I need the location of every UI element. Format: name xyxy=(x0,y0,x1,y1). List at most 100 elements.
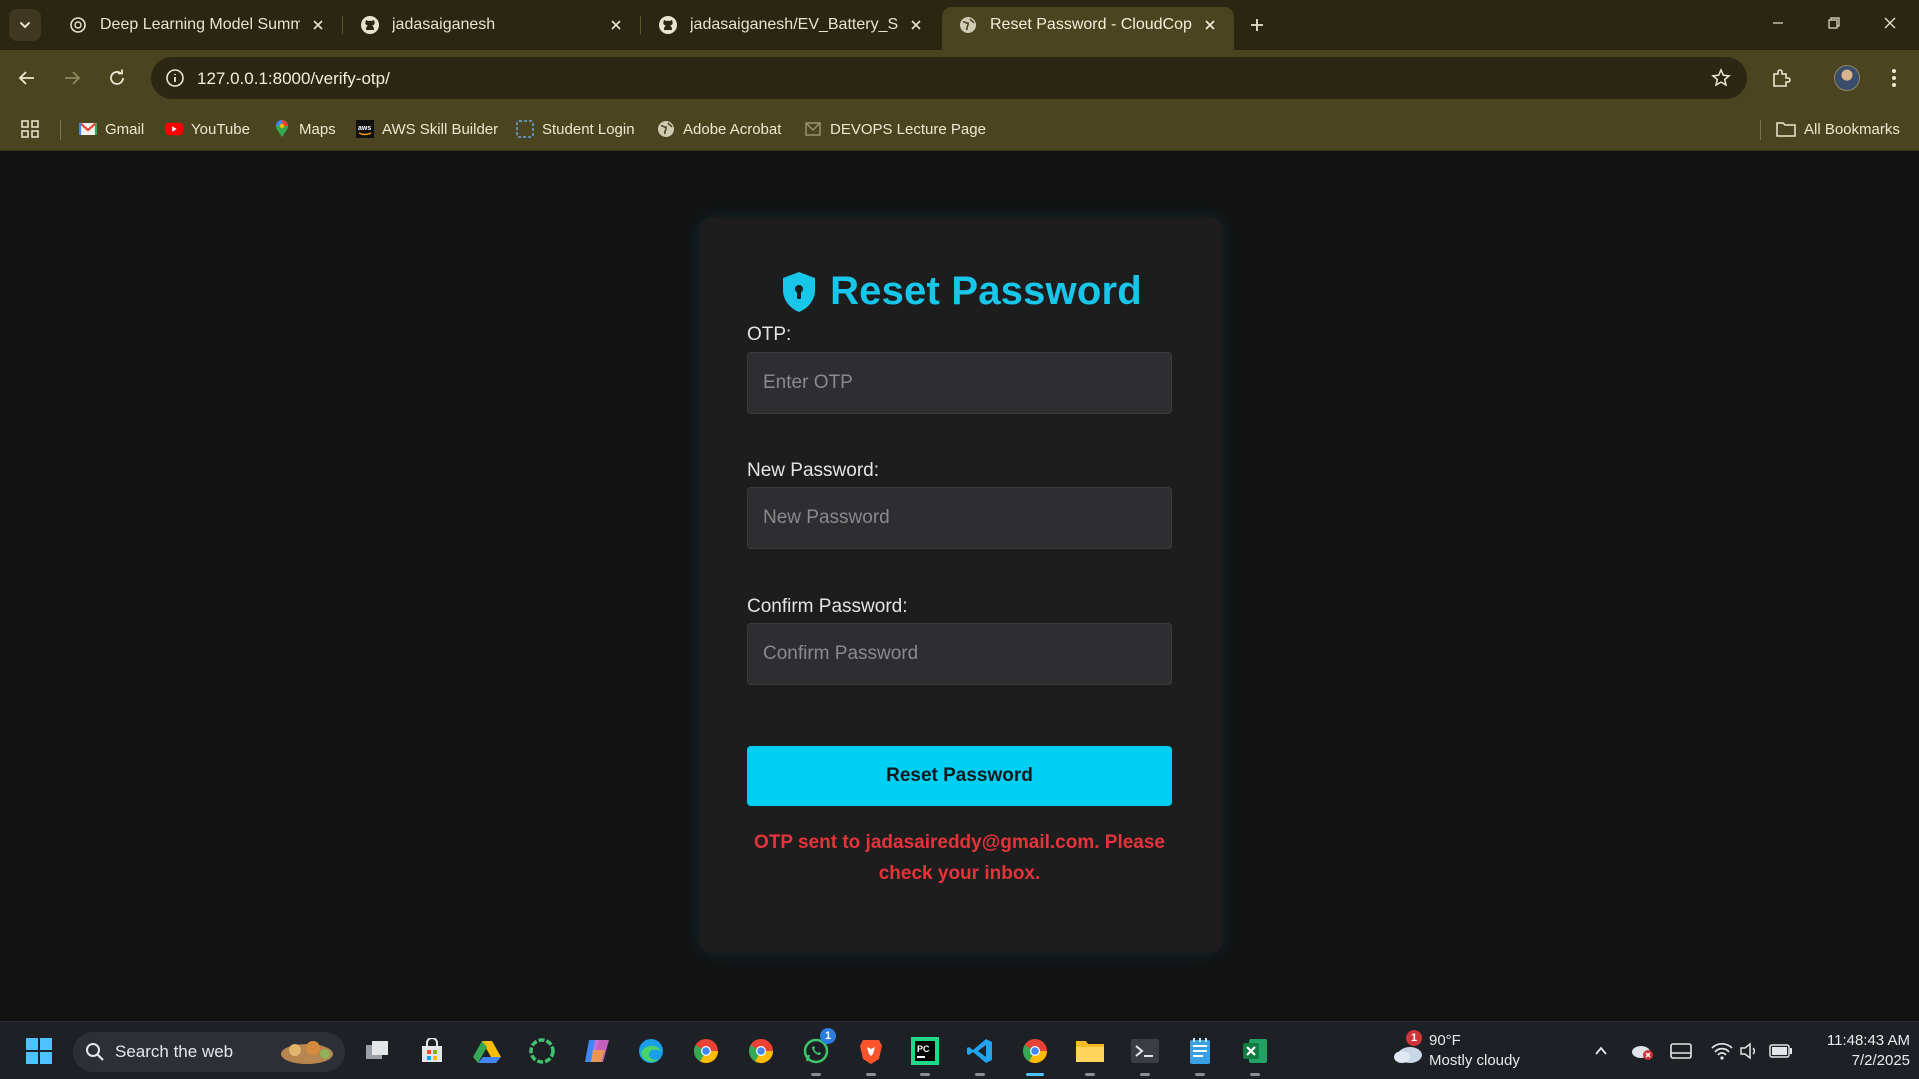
gmail-icon xyxy=(79,120,97,138)
apps-button[interactable] xyxy=(21,117,39,141)
pycharm-button[interactable]: PC xyxy=(907,1033,943,1076)
tab-deep-learning[interactable]: Deep Learning Model Summary xyxy=(52,7,342,43)
bookmarks-separator xyxy=(60,120,61,140)
address-bar[interactable]: 127.0.0.1:8000/verify-otp/ xyxy=(151,57,1747,99)
tab-jadasaiganesh[interactable]: jadasaiganesh xyxy=(344,7,640,43)
search-icon xyxy=(86,1043,104,1061)
notepad-button[interactable] xyxy=(1182,1033,1218,1076)
weather-desc: Mostly cloudy xyxy=(1429,1052,1520,1069)
bookmark-label: Gmail xyxy=(105,120,145,138)
student-login-icon xyxy=(516,120,534,138)
bookmark-devops-lecture[interactable]: DEVOPS Lecture Page xyxy=(804,117,986,141)
bookmark-label: Student Login xyxy=(542,120,635,138)
excel-icon xyxy=(1243,1039,1267,1063)
minimize-button[interactable] xyxy=(1750,0,1806,46)
close-window-button[interactable] xyxy=(1862,0,1918,46)
copilot-button[interactable] xyxy=(579,1033,615,1069)
back-button[interactable] xyxy=(11,62,43,94)
extensions-button[interactable] xyxy=(1765,62,1797,94)
google-drive-button[interactable] xyxy=(469,1033,505,1069)
bookmarks-bar: Gmail YouTube Maps aws AWS Skill Builder… xyxy=(0,106,1919,151)
tab-search-button[interactable] xyxy=(9,9,41,41)
green-ring-icon xyxy=(529,1038,555,1064)
bookmark-label: Maps xyxy=(299,120,336,138)
taskbar-search[interactable]: Search the web xyxy=(73,1032,345,1072)
windows-logo-icon xyxy=(26,1038,52,1064)
tab-ev-battery[interactable]: jadasaiganesh/EV_Battery_SOH_ xyxy=(642,7,940,43)
tab-separator xyxy=(342,16,343,34)
close-tab-icon[interactable] xyxy=(308,15,328,35)
copilot-icon xyxy=(585,1040,609,1062)
new-password-input[interactable] xyxy=(747,487,1172,549)
bookmark-gmail[interactable]: Gmail xyxy=(79,117,144,141)
running-indicator xyxy=(920,1073,930,1076)
chrome-profile-button[interactable] xyxy=(743,1033,779,1069)
folder-icon xyxy=(1776,120,1796,138)
excel-button[interactable] xyxy=(1237,1033,1273,1076)
vscode-button[interactable] xyxy=(962,1033,998,1076)
running-indicator xyxy=(811,1073,821,1076)
display-icon xyxy=(1670,1043,1692,1059)
start-button[interactable] xyxy=(21,1033,57,1069)
svg-text:PC: PC xyxy=(917,1044,930,1054)
kebab-menu-icon xyxy=(1892,69,1896,87)
folder-icon xyxy=(1076,1041,1104,1062)
new-tab-button[interactable] xyxy=(1243,11,1271,39)
plus-icon xyxy=(1251,19,1263,31)
onedrive-tray[interactable] xyxy=(1630,1039,1654,1063)
volume-icon xyxy=(1740,1042,1756,1060)
minimize-icon xyxy=(1773,22,1783,24)
task-view-icon xyxy=(366,1041,388,1059)
all-bookmarks-button[interactable]: All Bookmarks xyxy=(1776,117,1900,141)
reload-button[interactable] xyxy=(101,62,133,94)
brave-button[interactable] xyxy=(853,1033,889,1076)
display-tray[interactable] xyxy=(1669,1039,1693,1063)
reset-password-button[interactable]: Reset Password xyxy=(747,746,1172,806)
bookmark-star-icon[interactable] xyxy=(1709,66,1733,90)
show-hidden-icons-button[interactable] xyxy=(1589,1039,1613,1063)
close-tab-icon[interactable] xyxy=(606,15,626,35)
cloud-error-icon xyxy=(1632,1046,1653,1060)
battery-tray[interactable] xyxy=(1769,1039,1793,1063)
edge-button[interactable] xyxy=(633,1033,669,1069)
aws-icon: aws xyxy=(356,120,374,138)
running-indicator xyxy=(1250,1073,1260,1076)
search-highlight-icon xyxy=(281,1041,333,1064)
bookmark-student-login[interactable]: Student Login xyxy=(516,117,635,141)
github-icon xyxy=(360,15,380,35)
tab-reset-password[interactable]: Reset Password - CloudCopilot xyxy=(942,7,1234,50)
system-clock[interactable]: 11:48:43 AM 7/2/2025 xyxy=(1800,1031,1910,1071)
bookmark-maps[interactable]: Maps xyxy=(273,117,336,141)
bookmark-adobe-acrobat[interactable]: Adobe Acrobat xyxy=(657,117,781,141)
tab-title: Reset Password - CloudCopilot xyxy=(990,16,1192,33)
running-indicator xyxy=(1085,1073,1095,1076)
terminal-button[interactable] xyxy=(1127,1033,1163,1076)
profile-button[interactable] xyxy=(1831,62,1863,94)
puzzle-icon xyxy=(1773,69,1791,87)
running-indicator xyxy=(975,1073,985,1076)
restore-icon xyxy=(1828,17,1840,29)
circle-app-button[interactable] xyxy=(524,1033,560,1069)
task-view-button[interactable] xyxy=(359,1033,395,1069)
chrome-active-button[interactable] xyxy=(1017,1033,1053,1076)
whatsapp-button[interactable]: 1 xyxy=(798,1028,836,1076)
chrome-button[interactable] xyxy=(688,1033,724,1069)
bookmark-label: YouTube xyxy=(191,120,250,138)
bookmark-aws-skill-builder[interactable]: aws AWS Skill Builder xyxy=(356,117,498,141)
restore-button[interactable] xyxy=(1806,0,1862,46)
microsoft-store-button[interactable] xyxy=(414,1033,450,1069)
file-explorer-button[interactable] xyxy=(1072,1033,1108,1076)
browser-menu-button[interactable] xyxy=(1878,62,1910,94)
bookmark-youtube[interactable]: YouTube xyxy=(165,117,250,141)
volume-tray[interactable] xyxy=(1737,1039,1761,1063)
close-tab-icon[interactable] xyxy=(1200,15,1220,35)
close-tab-icon[interactable] xyxy=(906,15,926,35)
site-info-icon[interactable] xyxy=(163,66,187,90)
running-indicator xyxy=(866,1073,876,1076)
confirm-password-input[interactable] xyxy=(747,623,1172,685)
otp-input[interactable] xyxy=(747,352,1172,414)
weather-badge: 1 xyxy=(1406,1030,1422,1046)
wifi-tray[interactable] xyxy=(1710,1039,1734,1063)
forward-button[interactable] xyxy=(56,62,88,94)
tab-separator xyxy=(640,16,641,34)
